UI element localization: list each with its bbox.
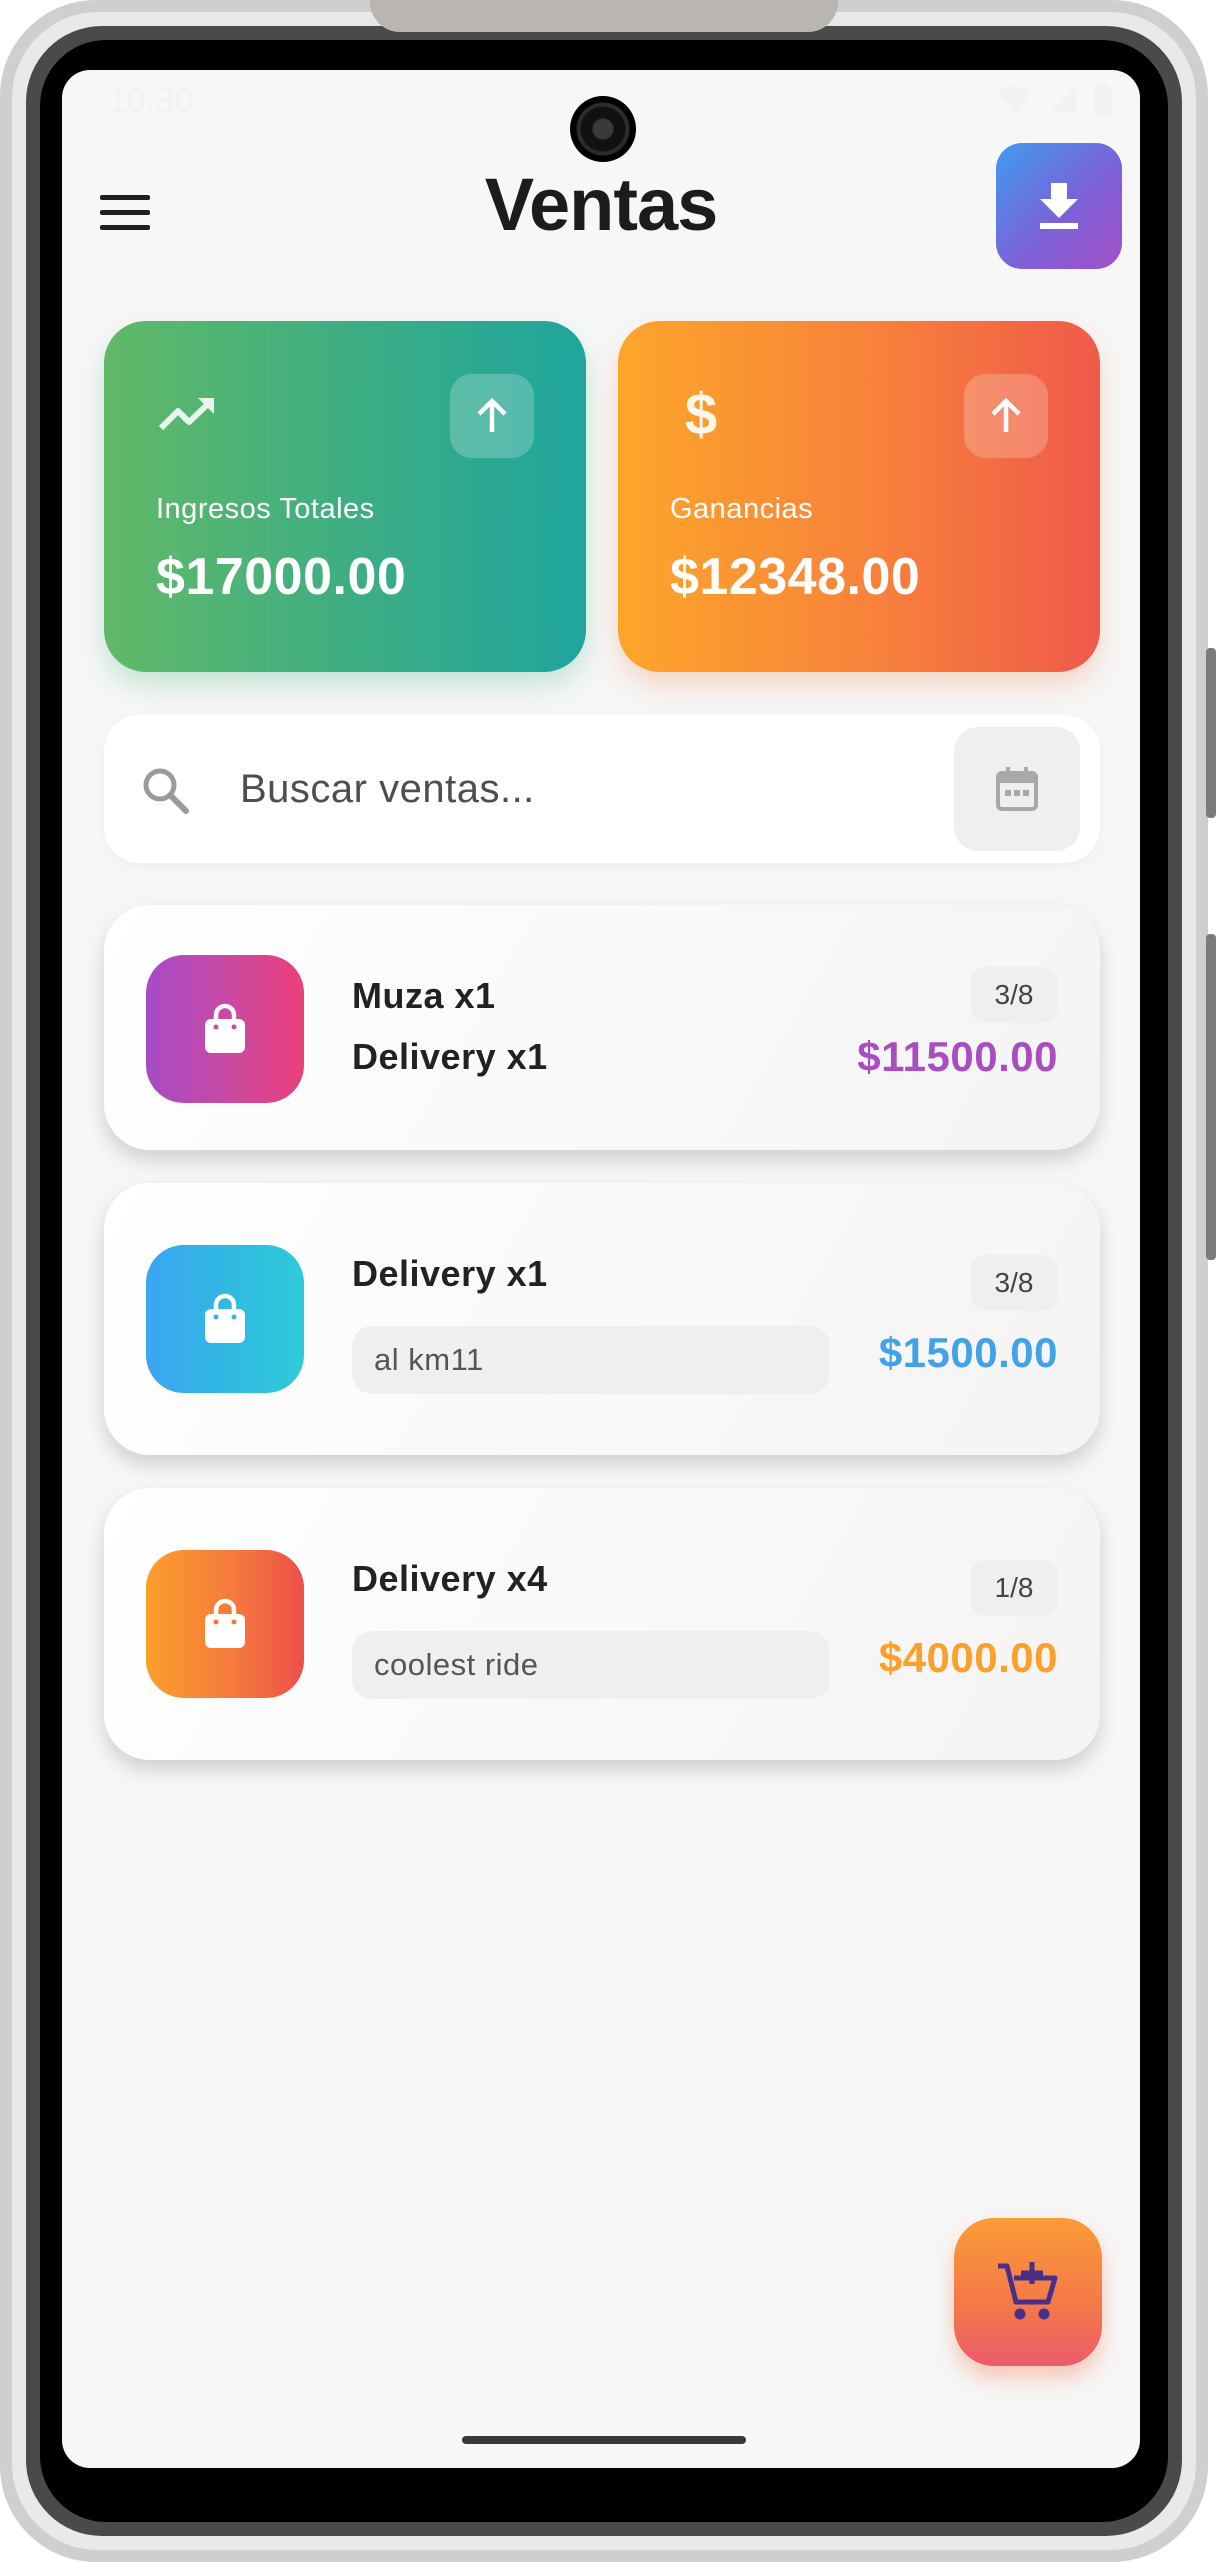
calendar-icon [996,767,1038,811]
search-input[interactable] [240,749,840,829]
sale-price: $11500.00 [857,1033,1058,1080]
sale-bag-tile [146,1245,304,1393]
status-icons [996,84,1112,116]
page-title: Ventas [484,163,719,246]
add-sale-button[interactable] [954,2218,1102,2366]
power-button [1206,934,1216,1260]
sale-count-badge: 1/8 [970,1560,1058,1616]
sale-note: al km11 [352,1326,830,1394]
total-income-label: Ingresos Totales [156,493,375,525]
sale-bag-tile [146,955,304,1103]
front-camera [570,96,636,162]
arrow-up-icon [477,398,507,432]
wifi-icon [997,86,1031,113]
income-trend-badge [450,374,534,458]
shopping-bag-icon [205,1598,245,1648]
profit-label: Ganancias [670,493,814,525]
profit-trend-badge [964,374,1048,458]
sale-price: $4000.00 [878,1634,1058,1681]
sale-item: Delivery x4 [352,1558,548,1599]
signal-icon [1050,87,1076,113]
app-screen: 10:30 Ventas Ingresos Totales $17000.00 … [62,70,1140,2468]
shopping-bag-icon [205,1003,245,1053]
sale-count-badge: 3/8 [970,1255,1058,1311]
shopping-bag-icon [205,1293,245,1343]
sale-bag-tile [146,1550,304,1698]
search-bar [104,715,1100,863]
home-indicator [462,2436,746,2444]
total-income-value: $17000.00 [156,548,407,606]
sale-price: $1500.00 [878,1329,1058,1376]
status-time: 10:30 [108,82,194,120]
sale-note: coolest ride [352,1631,830,1699]
trending-up-icon [156,383,218,445]
profit-card: $ Ganancias $12348.00 [618,321,1100,672]
sale-item: Delivery x1 [352,1253,548,1294]
sale-item: Delivery x1 [352,1036,548,1077]
date-filter-button[interactable] [954,727,1080,851]
total-income-card: Ingresos Totales $17000.00 [104,321,586,672]
download-button[interactable] [996,143,1122,269]
sale-count-badge: 3/8 [970,967,1058,1023]
sale-card[interactable]: Muza x1 Delivery x1 3/8 $11500.00 [104,905,1100,1150]
battery-icon [1094,84,1112,116]
sale-item: Muza x1 [352,975,496,1016]
arrow-up-icon [991,398,1021,432]
download-icon [1040,183,1078,229]
top-sensor [370,0,838,32]
search-icon [143,768,189,814]
profit-value: $12348.00 [670,548,921,606]
dollar-icon: $ [684,381,718,447]
sale-card[interactable]: Delivery x1 al km11 3/8 $1500.00 [104,1183,1100,1455]
volume-button [1206,648,1216,818]
add-shopping-cart-icon [998,2262,1058,2320]
sale-card[interactable]: Delivery x4 coolest ride 1/8 $4000.00 [104,1488,1100,1760]
